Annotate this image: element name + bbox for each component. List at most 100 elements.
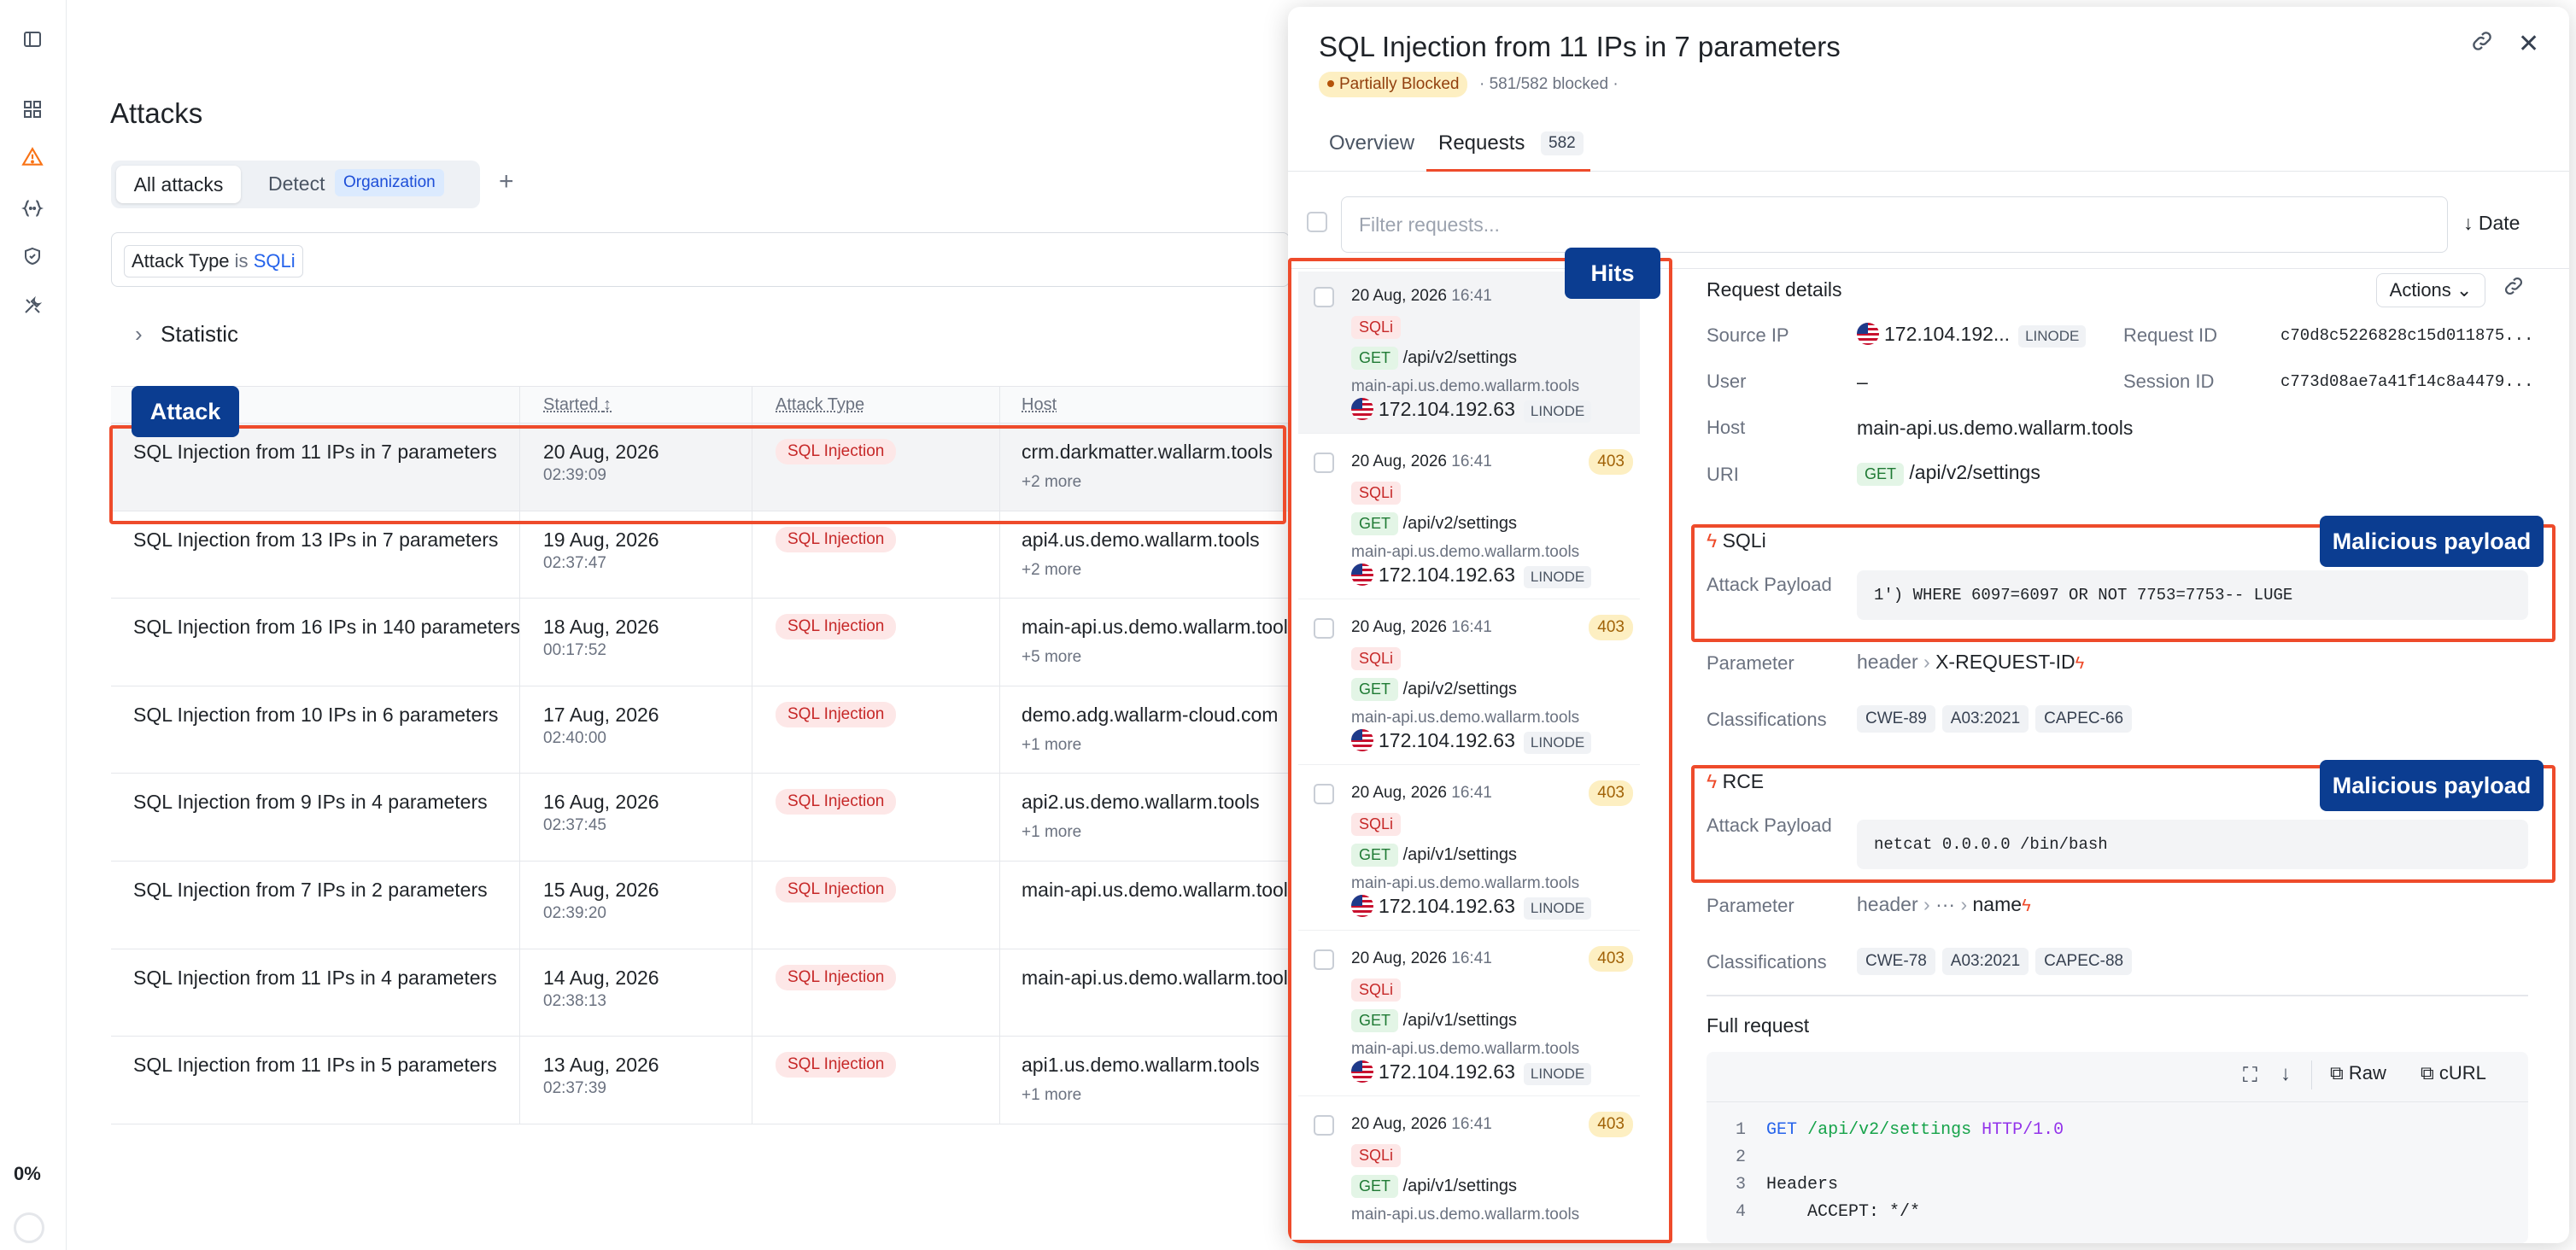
user-value: –: [1857, 371, 1868, 393]
classification-chip[interactable]: CWE-89: [1857, 705, 1935, 733]
attack-name[interactable]: SQL Injection from 10 IPs in 6 parameter…: [133, 704, 498, 727]
copy-icon: ⧉: [2421, 1062, 2434, 1084]
attack-time: 02:37:47: [543, 553, 606, 572]
table-row[interactable]: SQL Injection from 11 IPs in 4 parameter…: [111, 949, 1290, 1037]
column-started[interactable]: Started ↕: [543, 395, 612, 415]
rce-parameter[interactable]: header › ··· › nameϟ: [1857, 893, 2031, 916]
attack-time: 02:37:39: [543, 1079, 606, 1098]
attack-date: 14 Aug, 2026: [543, 966, 659, 989]
more-hosts-link[interactable]: +1 more: [1022, 823, 1081, 842]
table-row[interactable]: SQL Injection from 10 IPs in 6 parameter…: [111, 686, 1290, 774]
attack-type-badge: SQL Injection: [776, 614, 897, 640]
dashboard-icon[interactable]: [19, 96, 46, 123]
classification-chip[interactable]: CAPEC-66: [2035, 705, 2133, 733]
classification-chip[interactable]: CAPEC-88: [2035, 948, 2133, 975]
tab-requests[interactable]: Requests: [1438, 131, 1525, 155]
table-header: Started ↕ Attack Type Host: [111, 386, 1290, 424]
page-title: Attacks: [110, 97, 203, 129]
classification-chip[interactable]: A03:2021: [1941, 705, 2029, 733]
request-id-value[interactable]: c70d8c5226828c15d011875...: [2280, 326, 2533, 345]
attack-name[interactable]: SQL Injection from 16 IPs in 140 paramet…: [133, 616, 520, 639]
sqli-parameter[interactable]: header › X-REQUEST-IDϟ: [1857, 651, 2084, 674]
session-id-value[interactable]: c773d08ae7a41f14c8a4479...: [2280, 372, 2533, 391]
attack-name[interactable]: SQL Injection from 11 IPs in 5 parameter…: [133, 1054, 497, 1077]
select-all-checkbox[interactable]: [1307, 212, 1327, 232]
uri-value[interactable]: GET /api/v2/settings: [1857, 461, 2040, 486]
attack-name[interactable]: SQL Injection from 13 IPs in 7 parameter…: [133, 529, 498, 552]
attack-time: 02:39:20: [543, 904, 606, 922]
tab-detect[interactable]: Detect: [268, 172, 325, 196]
sqli-classifications: CWE-89 A03:2021 CAPEC-66: [1857, 705, 2139, 733]
filter-value: SQLi: [253, 250, 296, 272]
download-icon[interactable]: ↓: [2280, 1062, 2291, 1086]
classification-chip[interactable]: A03:2021: [1941, 948, 2029, 975]
copy-link-icon[interactable]: [2503, 275, 2525, 301]
expand-icon[interactable]: ⛶: [2243, 1064, 2257, 1088]
attack-type-badge: SQL Injection: [776, 701, 897, 727]
host-value[interactable]: main-api.us.demo.wallarm.tools: [1857, 417, 2133, 440]
sort-date-button[interactable]: ↓ Date: [2463, 212, 2520, 235]
attack-time: 02:37:45: [543, 816, 606, 835]
classification-chip[interactable]: CWE-78: [1857, 948, 1935, 975]
sidebar-toggle-icon[interactable]: [19, 26, 46, 53]
shield-icon[interactable]: [19, 242, 46, 270]
user-label: User: [1707, 371, 1747, 392]
full-request-heading: Full request: [1707, 1014, 1810, 1037]
warning-icon[interactable]: [19, 143, 46, 171]
add-tab-button[interactable]: +: [499, 167, 514, 196]
attack-host[interactable]: api1.us.demo.wallarm.tools: [1022, 1054, 1288, 1077]
more-hosts-link[interactable]: +1 more: [1022, 1086, 1081, 1105]
more-hosts-link[interactable]: +2 more: [1022, 561, 1081, 580]
attack-name[interactable]: SQL Injection from 9 IPs in 4 parameters: [133, 791, 488, 814]
attack-date: 18 Aug, 2026: [543, 616, 659, 639]
sqli-classifications-label: Classifications: [1707, 709, 1827, 730]
request-details-heading: Request details: [1707, 278, 1842, 301]
column-host[interactable]: Host: [1022, 395, 1057, 415]
progress-label: 0%: [14, 1163, 41, 1184]
attack-type-badge: SQL Injection: [776, 1052, 897, 1078]
curl-button[interactable]: ⧉ cURL: [2421, 1062, 2486, 1084]
table-row[interactable]: SQL Injection from 7 IPs in 2 parameters…: [111, 862, 1290, 949]
attack-host[interactable]: main-api.us.demo.wallarm.tools: [1022, 616, 1288, 639]
attack-host[interactable]: main-api.us.demo.wallarm.tools: [1022, 879, 1288, 902]
link-icon[interactable]: [2470, 29, 2494, 57]
host-label: Host: [1707, 417, 1746, 438]
table-row[interactable]: SQL Injection from 11 IPs in 5 parameter…: [111, 1037, 1290, 1124]
more-hosts-link[interactable]: +1 more: [1022, 736, 1081, 755]
column-attack-type[interactable]: Attack Type: [776, 395, 864, 415]
close-icon[interactable]: ✕: [2518, 29, 2539, 59]
attack-time: 00:17:52: [543, 641, 606, 660]
filter-operator: is: [234, 250, 249, 272]
table-row[interactable]: SQL Injection from 9 IPs in 4 parameters…: [111, 774, 1290, 862]
filter-bar[interactable]: Attack Type is SQLi: [111, 232, 1290, 287]
tab-all-attacks[interactable]: All attacks: [116, 166, 241, 203]
more-hosts-link[interactable]: +5 more: [1022, 648, 1081, 667]
attack-type-badge: SQL Injection: [776, 964, 897, 990]
attack-date: 13 Aug, 2026: [543, 1054, 659, 1077]
filter-chip[interactable]: Attack Type is SQLi: [124, 245, 303, 277]
attack-name[interactable]: SQL Injection from 7 IPs in 2 parameters: [133, 879, 488, 902]
attack-host[interactable]: api4.us.demo.wallarm.tools: [1022, 529, 1288, 552]
attack-host[interactable]: main-api.us.demo.wallarm.tools: [1022, 967, 1288, 990]
actions-button[interactable]: Actions ⌄: [2376, 273, 2485, 307]
attack-name[interactable]: SQL Injection from 11 IPs in 4 parameter…: [133, 967, 497, 990]
statistic-toggle[interactable]: › Statistic: [135, 321, 238, 348]
code-line: 3 Headers: [1736, 1175, 1839, 1195]
attack-host[interactable]: demo.adg.wallarm-cloud.com: [1022, 704, 1288, 727]
code-line: 4 ACCEPT: */*: [1736, 1202, 1921, 1222]
source-ip-value[interactable]: 172.104.192... LINODE: [1857, 323, 2087, 348]
tools-icon[interactable]: [19, 292, 46, 319]
table-row[interactable]: SQL Injection from 16 IPs in 140 paramet…: [111, 599, 1290, 686]
copy-icon: ⧉: [2330, 1062, 2344, 1084]
view-tabs: All attacks Detect Organization: [111, 161, 480, 208]
attack-time: 02:38:13: [543, 991, 606, 1010]
attack-date: 15 Aug, 2026: [543, 879, 659, 901]
hits-highlight: [1288, 258, 1672, 1243]
filter-requests-input[interactable]: Filter requests...: [1341, 196, 2448, 253]
attack-host[interactable]: api2.us.demo.wallarm.tools: [1022, 791, 1288, 814]
active-tab-indicator: [1426, 169, 1590, 172]
raw-button[interactable]: ⧉ Raw: [2330, 1062, 2386, 1084]
tab-overview[interactable]: Overview: [1329, 131, 1414, 155]
statistic-label: Statistic: [161, 321, 239, 347]
api-icon[interactable]: [19, 195, 46, 222]
